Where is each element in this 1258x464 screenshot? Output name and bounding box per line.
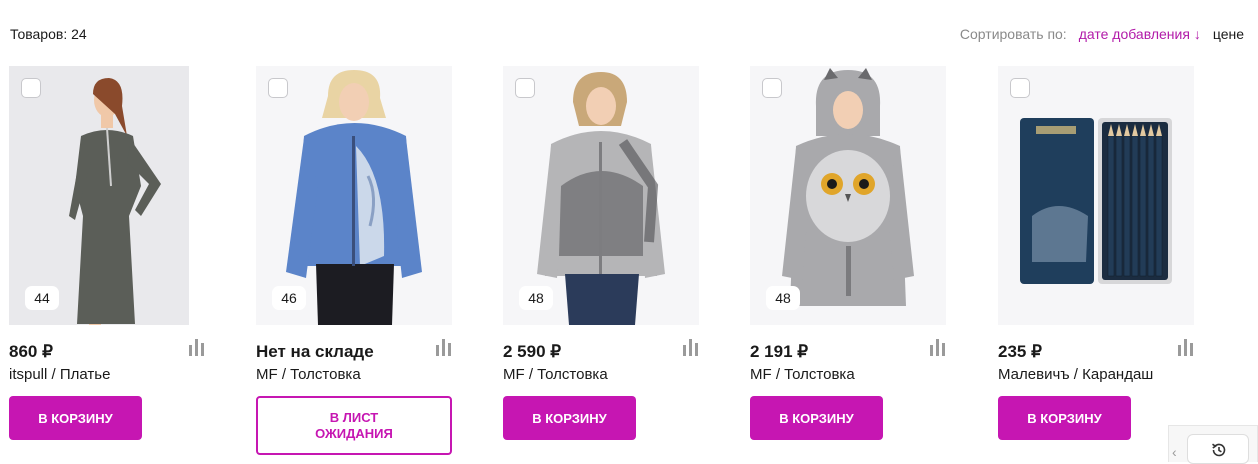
product-name[interactable]: MF / Толстовка: [256, 366, 361, 383]
stats-bars-icon[interactable]: [189, 339, 205, 356]
select-checkbox[interactable]: [1010, 78, 1030, 98]
size-badge: 46: [272, 286, 306, 310]
product-card[interactable]: 46 Нет на складе MF / Толстовка В ЛИСТ О…: [256, 66, 452, 462]
size-badge: 44: [25, 286, 59, 310]
select-checkbox[interactable]: [21, 78, 41, 98]
product-name[interactable]: itspull / Платье: [9, 366, 110, 383]
select-checkbox[interactable]: [268, 78, 288, 98]
product-image[interactable]: 48: [503, 66, 699, 325]
product-stock-status: Нет на складе: [256, 342, 374, 361]
product-card[interactable]: 235 ₽ Малевичъ / Карандаш В КОРЗИНУ: [998, 66, 1194, 462]
sort-by-date[interactable]: дате добавления ↓: [1079, 26, 1201, 42]
product-image[interactable]: [998, 66, 1194, 325]
size-badge: 48: [519, 286, 553, 310]
add-to-cart-button[interactable]: В КОРЗИНУ: [503, 396, 636, 440]
product-image[interactable]: 48: [750, 66, 946, 325]
stats-bars-icon[interactable]: [1178, 339, 1194, 356]
stats-bars-icon[interactable]: [930, 339, 946, 356]
product-card[interactable]: 44 860 ₽ itspull / Платье В КОРЗИНУ: [9, 66, 205, 462]
catalog-toolbar: Товаров: 24 Сортировать по: дате добавле…: [10, 22, 1244, 44]
stats-bars-icon[interactable]: [436, 339, 452, 356]
product-price: 860 ₽: [9, 342, 53, 361]
product-name[interactable]: MF / Толстовка: [503, 366, 608, 383]
add-to-cart-button[interactable]: В КОРЗИНУ: [750, 396, 883, 440]
select-checkbox[interactable]: [762, 78, 782, 98]
product-image[interactable]: 46: [256, 66, 452, 325]
product-card[interactable]: 48 2 590 ₽ MF / Толстовка В КОРЗИНУ: [503, 66, 699, 462]
chevron-left-icon[interactable]: ‹: [1172, 444, 1177, 460]
select-checkbox[interactable]: [515, 78, 535, 98]
sort-controls: Сортировать по: дате добавления ↓ цене: [960, 26, 1244, 42]
product-name[interactable]: MF / Толстовка: [750, 366, 855, 383]
sort-by-price[interactable]: цене: [1213, 26, 1244, 42]
recently-viewed-panel: ‹: [1168, 425, 1258, 464]
stats-bars-icon[interactable]: [683, 339, 699, 356]
product-card[interactable]: 48 2 191 ₽ MF / Толстовка В КОРЗИНУ: [750, 66, 946, 462]
product-price: 2 590 ₽: [503, 342, 562, 361]
product-count: Товаров: 24: [10, 26, 87, 42]
product-image[interactable]: 44: [9, 66, 205, 325]
add-to-waitlist-button[interactable]: В ЛИСТ ОЖИДАНИЯ: [256, 396, 452, 455]
add-to-cart-button[interactable]: В КОРЗИНУ: [998, 396, 1131, 440]
add-to-cart-button[interactable]: В КОРЗИНУ: [9, 396, 142, 440]
product-name[interactable]: Малевичъ / Карандаш: [998, 366, 1153, 383]
sort-label: Сортировать по:: [959, 26, 1067, 42]
size-badge: 48: [766, 286, 800, 310]
product-price: 2 191 ₽: [750, 342, 809, 361]
product-price: 235 ₽: [998, 342, 1042, 361]
product-grid: 44 860 ₽ itspull / Платье В КОРЗИНУ 46 Н…: [9, 66, 1254, 462]
history-button[interactable]: [1187, 434, 1249, 464]
history-icon: [1212, 443, 1226, 457]
